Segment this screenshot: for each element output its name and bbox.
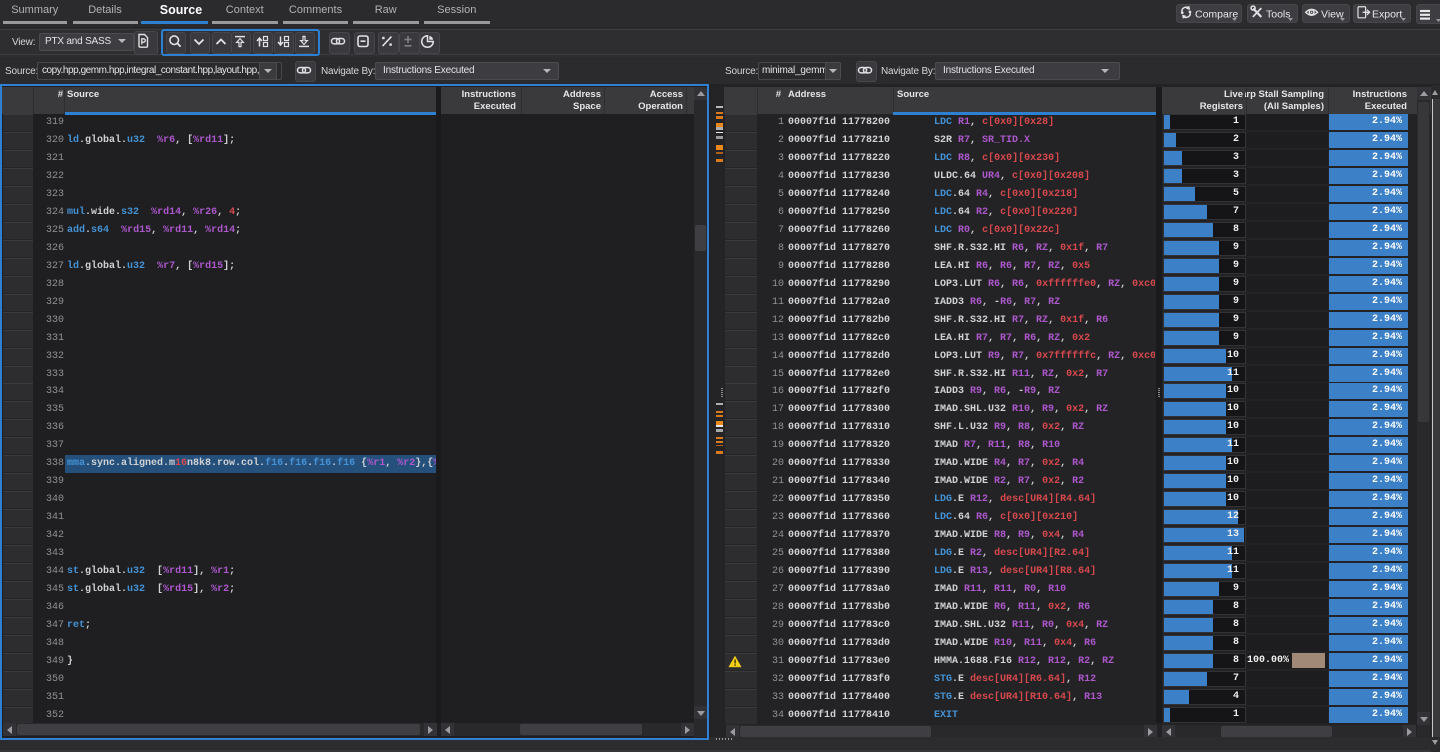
svg-text:Export: Export xyxy=(1372,9,1402,21)
svg-text:Tools: Tools xyxy=(1266,9,1291,21)
svg-text:View: View xyxy=(1321,9,1344,21)
svg-text:Compare: Compare xyxy=(1195,9,1238,21)
